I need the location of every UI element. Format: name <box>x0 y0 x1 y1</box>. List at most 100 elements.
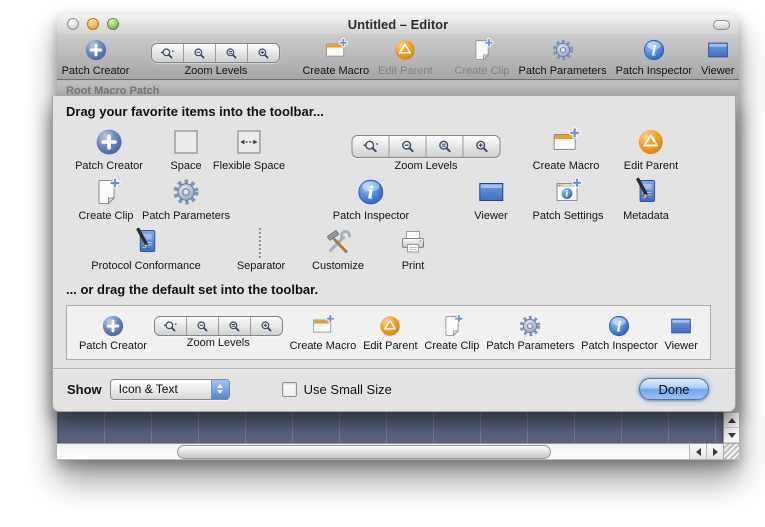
toolbar-item-create-clip[interactable]: Create Clip <box>455 34 510 79</box>
zoom-actual-segment[interactable] <box>152 44 184 62</box>
default-item-label: Patch Inspector <box>581 340 657 352</box>
popup-stepper-icon <box>211 380 229 399</box>
toolbar-item-edit-parent[interactable]: Edit Parent <box>378 34 432 79</box>
palette-item-separator[interactable]: Separator <box>237 224 285 272</box>
zoom-fit-segment[interactable] <box>216 44 248 62</box>
magnifier-dots-icon <box>164 320 177 333</box>
palette-item-patch-inspector[interactable]: Patch Inspector <box>333 174 409 222</box>
title-bar[interactable]: Untitled – Editor <box>57 14 739 34</box>
palette-item-zoom-levels[interactable]: Zoom Levels <box>352 124 501 172</box>
window-resize-grip[interactable] <box>723 443 739 459</box>
palette-item-edit-parent[interactable]: Edit Parent <box>624 124 678 172</box>
zoom-out-segment[interactable] <box>390 136 427 157</box>
default-item-viewer[interactable]: Viewer <box>664 313 697 352</box>
scroll-down-button[interactable] <box>724 428 739 443</box>
scroll-up-button[interactable] <box>724 413 739 428</box>
default-item-patch-parameters[interactable]: Patch Parameters <box>486 313 574 352</box>
palette-item-customize[interactable]: Customize <box>312 224 364 272</box>
magnifier-plus-icon <box>257 47 270 60</box>
done-button[interactable]: Done <box>639 378 709 400</box>
separator-icon <box>259 228 263 258</box>
palette-item-patch-creator[interactable]: Patch Creator <box>75 124 143 172</box>
palette-item-label: Customize <box>312 260 364 272</box>
zoom-out-segment[interactable] <box>184 44 216 62</box>
palette-item-create-clip[interactable]: Create Clip <box>78 174 133 222</box>
zoom-levels-segmented[interactable] <box>154 316 283 336</box>
toolbar-item-label: Create Clip <box>455 65 510 77</box>
edit-parent-icon <box>392 37 418 63</box>
palette-item-label: Flexible Space <box>213 160 285 172</box>
palette-item-label: Metadata <box>623 210 669 222</box>
create-macro-icon <box>310 313 336 339</box>
default-item-label: Patch Creator <box>79 340 147 352</box>
patch-creator-icon <box>83 37 109 63</box>
print-icon <box>397 226 429 258</box>
zoom-fit-segment[interactable] <box>219 317 251 335</box>
sheet-footer-divider <box>53 368 735 369</box>
use-small-size-checkbox[interactable] <box>282 382 297 397</box>
editor-tab-bar: Root Macro Patch <box>57 81 739 96</box>
horizontal-scrollbar-thumb[interactable] <box>177 445 551 459</box>
palette-item-flexible-space[interactable]: Flexible Space <box>213 124 285 172</box>
zoom-out-segment[interactable] <box>187 317 219 335</box>
magnifier-minus-icon <box>193 47 206 60</box>
flexible-space-icon <box>233 126 265 158</box>
zoom-in-segment[interactable] <box>248 44 279 62</box>
horizontal-scrollbar[interactable] <box>57 443 723 459</box>
palette-item-label: Create Clip <box>78 210 133 222</box>
space-icon <box>170 126 202 158</box>
toolbar-item-zoom-levels[interactable]: Zoom Levels <box>151 34 280 79</box>
palette-item-metadata[interactable]: Metadata <box>623 174 669 222</box>
arrow-up-icon <box>728 418 736 423</box>
vertical-scrollbar[interactable] <box>723 413 739 443</box>
zoom-actual-segment[interactable] <box>353 136 390 157</box>
show-mode-popup[interactable]: Icon & Text <box>110 379 230 400</box>
default-item-create-clip[interactable]: Create Clip <box>424 313 479 352</box>
toolbar-pill-button[interactable] <box>713 20 730 30</box>
default-item-create-macro[interactable]: Create Macro <box>290 313 357 352</box>
palette-item-viewer[interactable]: Viewer <box>474 174 507 222</box>
scroll-right-button[interactable] <box>706 444 723 459</box>
customize-toolbar-sheet: Drag your favorite items into the toolba… <box>52 96 736 412</box>
default-item-edit-parent[interactable]: Edit Parent <box>363 313 417 352</box>
palette-item-label: Create Macro <box>533 160 600 172</box>
zoom-levels-segmented[interactable] <box>151 43 280 63</box>
zoom-fit-segment[interactable] <box>427 136 464 157</box>
sheet-footer: Show Icon & Text Use Small Size Done <box>67 377 709 401</box>
toolbar-item-patch-parameters[interactable]: Patch Parameters <box>519 34 607 79</box>
info-icon <box>355 176 387 208</box>
palette-item-protocol-conformance[interactable]: Protocol Conformance <box>91 224 200 272</box>
edit-parent-icon <box>635 126 667 158</box>
create-macro-icon <box>323 37 349 63</box>
palette-item-patch-settings[interactable]: Patch Settings <box>533 174 604 222</box>
default-item-patch-creator[interactable]: Patch Creator <box>79 313 147 352</box>
zoom-in-segment[interactable] <box>251 317 282 335</box>
palette-item-print[interactable]: Print <box>397 224 429 272</box>
zoom-actual-segment[interactable] <box>155 317 187 335</box>
arrow-down-icon <box>728 433 736 438</box>
zoom-in-segment[interactable] <box>464 136 500 157</box>
toolbar-item-viewer[interactable]: Viewer <box>701 34 734 79</box>
palette-item-space[interactable]: Space <box>170 124 202 172</box>
magnifier-minus-icon <box>400 139 415 154</box>
main-toolbar: Patch Creator Zoom Levels Create Macro E… <box>57 34 739 80</box>
palette-item-label: Viewer <box>474 210 507 222</box>
toolbar-item-label: Patch Creator <box>62 65 130 77</box>
magnifier-minus-icon <box>196 320 209 333</box>
sheet-intro-text: Drag your favorite items into the toolba… <box>66 104 324 119</box>
toolbar-item-patch-inspector[interactable]: Patch Inspector <box>616 34 692 79</box>
palette-item-patch-parameters[interactable]: Patch Parameters <box>142 174 230 222</box>
zoom-levels-segmented[interactable] <box>352 135 501 158</box>
viewer-icon <box>668 313 694 339</box>
default-item-zoom-levels[interactable]: Zoom Levels <box>154 316 283 349</box>
palette-item-label: Patch Creator <box>75 160 143 172</box>
toolbar-item-patch-creator[interactable]: Patch Creator <box>62 34 130 79</box>
default-item-label: Create Clip <box>424 340 479 352</box>
default-item-patch-inspector[interactable]: Patch Inspector <box>581 313 657 352</box>
palette-item-label: Patch Settings <box>533 210 604 222</box>
scroll-left-button[interactable] <box>689 444 706 459</box>
toolbar-item-create-macro[interactable]: Create Macro <box>302 34 369 79</box>
palette-item-create-macro[interactable]: Create Macro <box>533 124 600 172</box>
patch-settings-icon <box>552 176 584 208</box>
toolbar-item-label: Viewer <box>701 65 734 77</box>
